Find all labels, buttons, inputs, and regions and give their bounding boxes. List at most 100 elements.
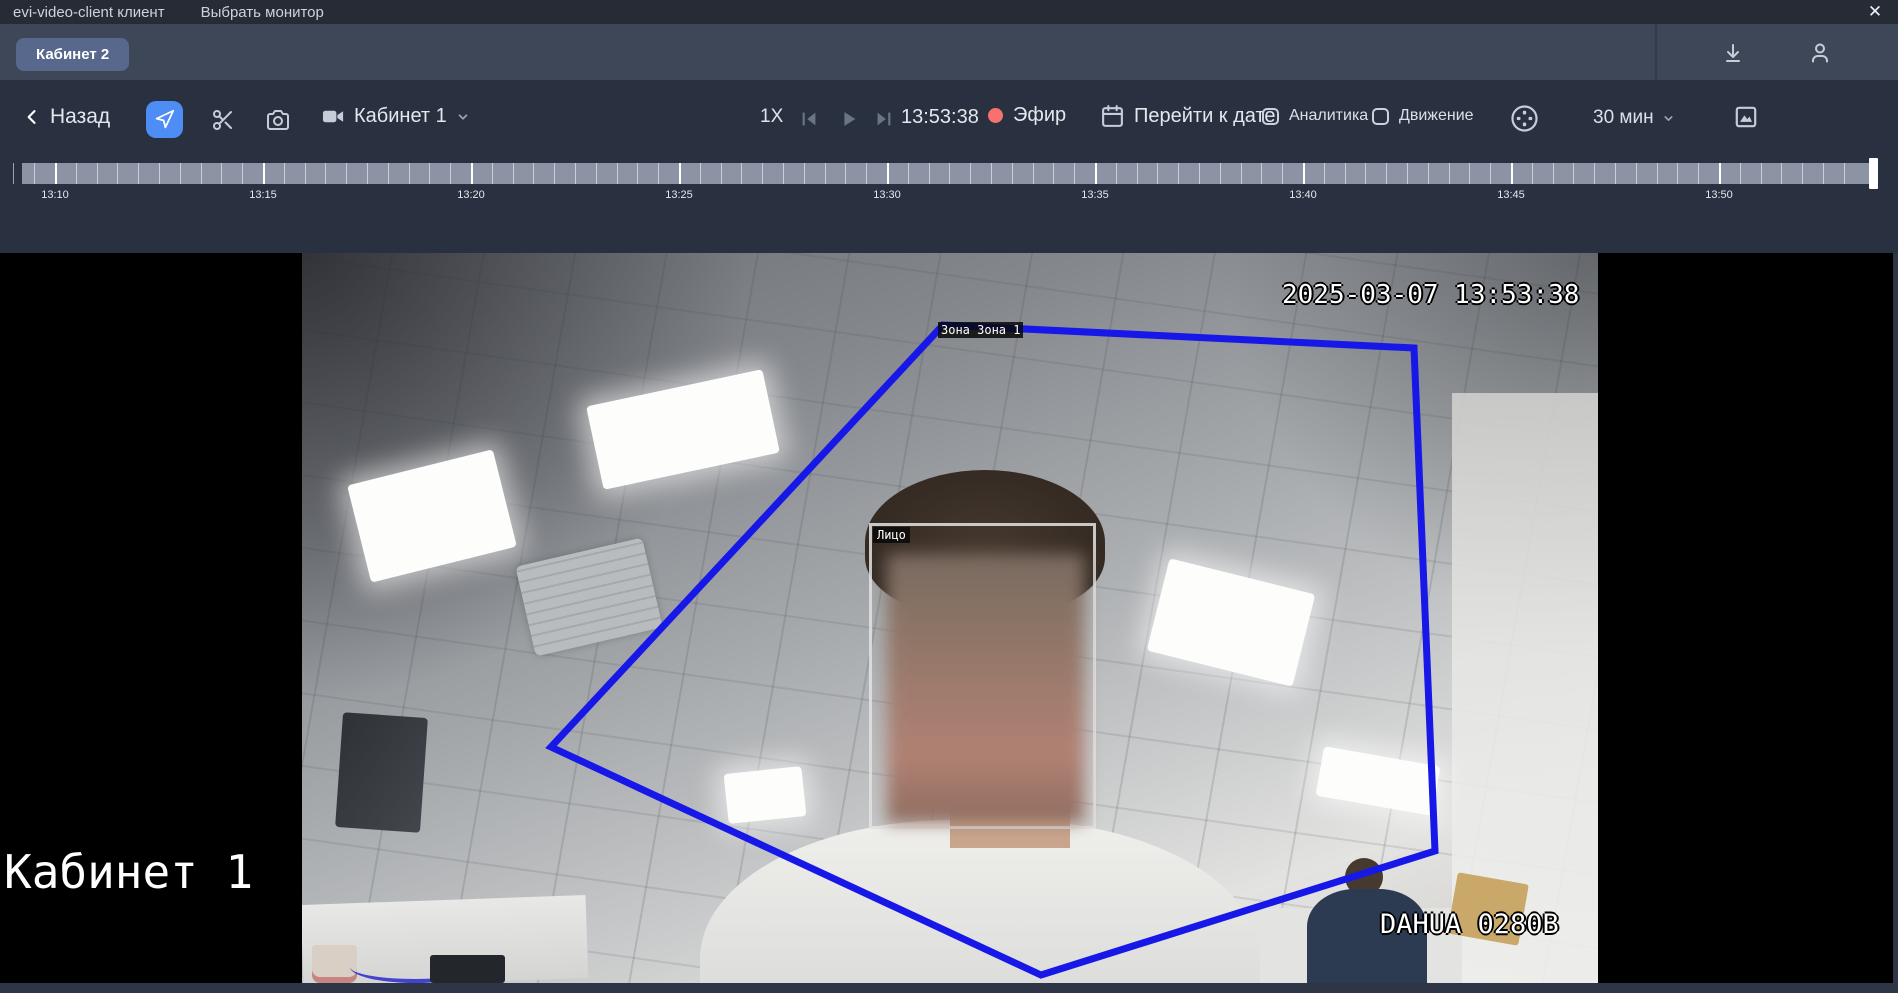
timeline-minor-tick <box>1011 163 1013 184</box>
timeline-minor-tick <box>450 163 452 184</box>
timeline-minor-tick <box>803 163 805 184</box>
osd-camera-model: DAHUA 0280B <box>1380 909 1559 940</box>
timeline-major-tick <box>1095 163 1097 184</box>
timeline-minor-tick <box>200 163 202 184</box>
back-button[interactable]: Назад <box>22 105 110 129</box>
analytics-label: Аналитика <box>1289 107 1369 124</box>
tab-cabinet-2[interactable]: Кабинет 2 <box>16 38 130 71</box>
timeline-minor-tick <box>34 163 36 184</box>
timeline-track[interactable]: 13:10 13:15 13:20 13:25 13:30 13:35 13:40 13:45… <box>13 163 1878 201</box>
live-indicator[interactable]: Эфир <box>988 104 1066 127</box>
timeline-time-label: 13:10 <box>41 189 69 201</box>
live-dot-icon <box>988 108 1003 123</box>
tab-bar: Кабинет 2 <box>0 24 1898 80</box>
timeline-time-label: 13:35 <box>1081 189 1109 201</box>
timeline-minor-tick <box>429 163 431 184</box>
menu-app[interactable]: evi-video-client клиент <box>9 4 169 21</box>
back-label: Назад <box>50 105 111 128</box>
playback-speed[interactable]: 1X <box>760 106 783 128</box>
timeline-minor-tick <box>595 163 597 184</box>
timeline-minor-tick <box>970 163 972 184</box>
timeline-minor-tick <box>1656 163 1658 184</box>
timeline-minor-tick <box>1802 163 1804 184</box>
timeline-minor-tick <box>75 163 77 184</box>
timeline-minor-tick <box>928 163 930 184</box>
blurred-face <box>887 554 1084 823</box>
timeline-minor-tick <box>1698 163 1700 184</box>
timeline-minor-tick <box>1531 163 1533 184</box>
skip-forward-icon[interactable] <box>869 104 899 134</box>
timeline-minor-tick <box>1739 163 1741 184</box>
timeline-minor-tick <box>1760 163 1762 184</box>
analytics-checkbox[interactable] <box>1262 107 1279 125</box>
timeline-minor-tick <box>179 163 181 184</box>
timeline-minor-tick <box>991 163 992 184</box>
ptz-control-button[interactable] <box>1509 103 1540 134</box>
timeline-time-label: 13:45 <box>1497 189 1525 201</box>
timeline-minor-tick <box>1615 163 1616 184</box>
timeline-minor-tick <box>408 163 410 184</box>
title-menubar: evi-video-client клиент Выбрать монитор … <box>0 0 1898 24</box>
camera-select-label: Кабинет 1 <box>354 105 447 127</box>
bottom-margin <box>0 983 1898 993</box>
timeline-minor-tick <box>1823 163 1824 184</box>
timeline-minor-tick <box>138 163 140 184</box>
timeline-minor-tick <box>1573 163 1575 184</box>
timeline-major-tick <box>55 163 57 184</box>
camera-select[interactable]: Кабинет 1 <box>322 105 470 128</box>
timeline-minor-tick <box>699 163 701 184</box>
skip-back-icon[interactable] <box>794 104 824 134</box>
timeline-time-label: 13:15 <box>249 189 277 201</box>
timeline-minor-tick <box>1448 163 1450 184</box>
frame-export-button[interactable] <box>1733 104 1759 130</box>
right-margin <box>1893 253 1898 983</box>
snapshot-button[interactable] <box>259 101 296 138</box>
timeline-minor-tick <box>346 163 348 184</box>
cut-clip-button[interactable] <box>204 101 241 138</box>
timeline-minor-tick <box>1407 163 1408 184</box>
timeline-minor-tick <box>1781 163 1783 184</box>
timeline-minor-tick <box>824 163 826 184</box>
timeline-minor-tick <box>783 163 784 184</box>
timeline-minor-tick <box>1386 163 1388 184</box>
app-window: evi-video-client клиент Выбрать монитор … <box>0 0 1898 993</box>
zone-label: Зона Зона 1 <box>938 322 1024 338</box>
timeline-minor-tick <box>1344 163 1346 184</box>
controls-panel: Назад Кабинет 1 1X 13:53:38 Эфир Перейти… <box>0 80 1898 253</box>
timeline-minor-tick <box>1053 163 1055 184</box>
timeline-minor-tick <box>1469 163 1471 184</box>
live-label: Эфир <box>1013 104 1067 126</box>
timeline-minor-tick <box>1552 163 1554 184</box>
cursor-pointer-icon <box>154 109 175 130</box>
interval-select[interactable]: 30 мин <box>1593 107 1675 129</box>
menu-select-monitor[interactable]: Выбрать монитор <box>197 4 328 21</box>
timeline-time-label: 13:20 <box>457 189 485 201</box>
motion-checkbox-group[interactable]: Движение <box>1372 107 1474 125</box>
osd-datetime: 2025-03-07 13:53:38 <box>1282 280 1580 310</box>
timeline-minor-tick <box>1365 163 1367 184</box>
timeline-minor-tick <box>1219 163 1221 184</box>
timeline-minor-tick <box>221 163 223 184</box>
timeline-minor-tick <box>866 163 868 184</box>
goto-date-button[interactable]: Перейти к дате <box>1100 104 1276 129</box>
pointer-tool-button[interactable] <box>146 101 183 138</box>
timeline-minor-tick <box>554 163 556 184</box>
timeline-minor-tick <box>1323 163 1325 184</box>
motion-label: Движение <box>1399 107 1474 124</box>
motion-checkbox[interactable] <box>1372 107 1389 125</box>
timeline-minor-tick <box>1282 163 1284 184</box>
timeline-minor-tick <box>1594 163 1596 184</box>
play-icon[interactable] <box>834 104 864 134</box>
timeline-minor-tick <box>387 163 389 184</box>
close-icon[interactable]: ✕ <box>1860 0 1890 24</box>
user-icon[interactable] <box>1807 40 1833 66</box>
timeline-playhead[interactable] <box>1869 158 1878 189</box>
interval-label: 30 мин <box>1593 107 1654 128</box>
download-icon[interactable] <box>1720 40 1746 66</box>
timeline-major-tick <box>1511 163 1513 184</box>
timeline-minor-tick <box>1115 163 1117 184</box>
analytics-checkbox-group[interactable]: Аналитика <box>1262 107 1368 125</box>
timeline-minor-tick <box>720 163 722 184</box>
face-label: Лицо <box>873 527 910 543</box>
chevron-down-icon <box>1662 112 1675 125</box>
